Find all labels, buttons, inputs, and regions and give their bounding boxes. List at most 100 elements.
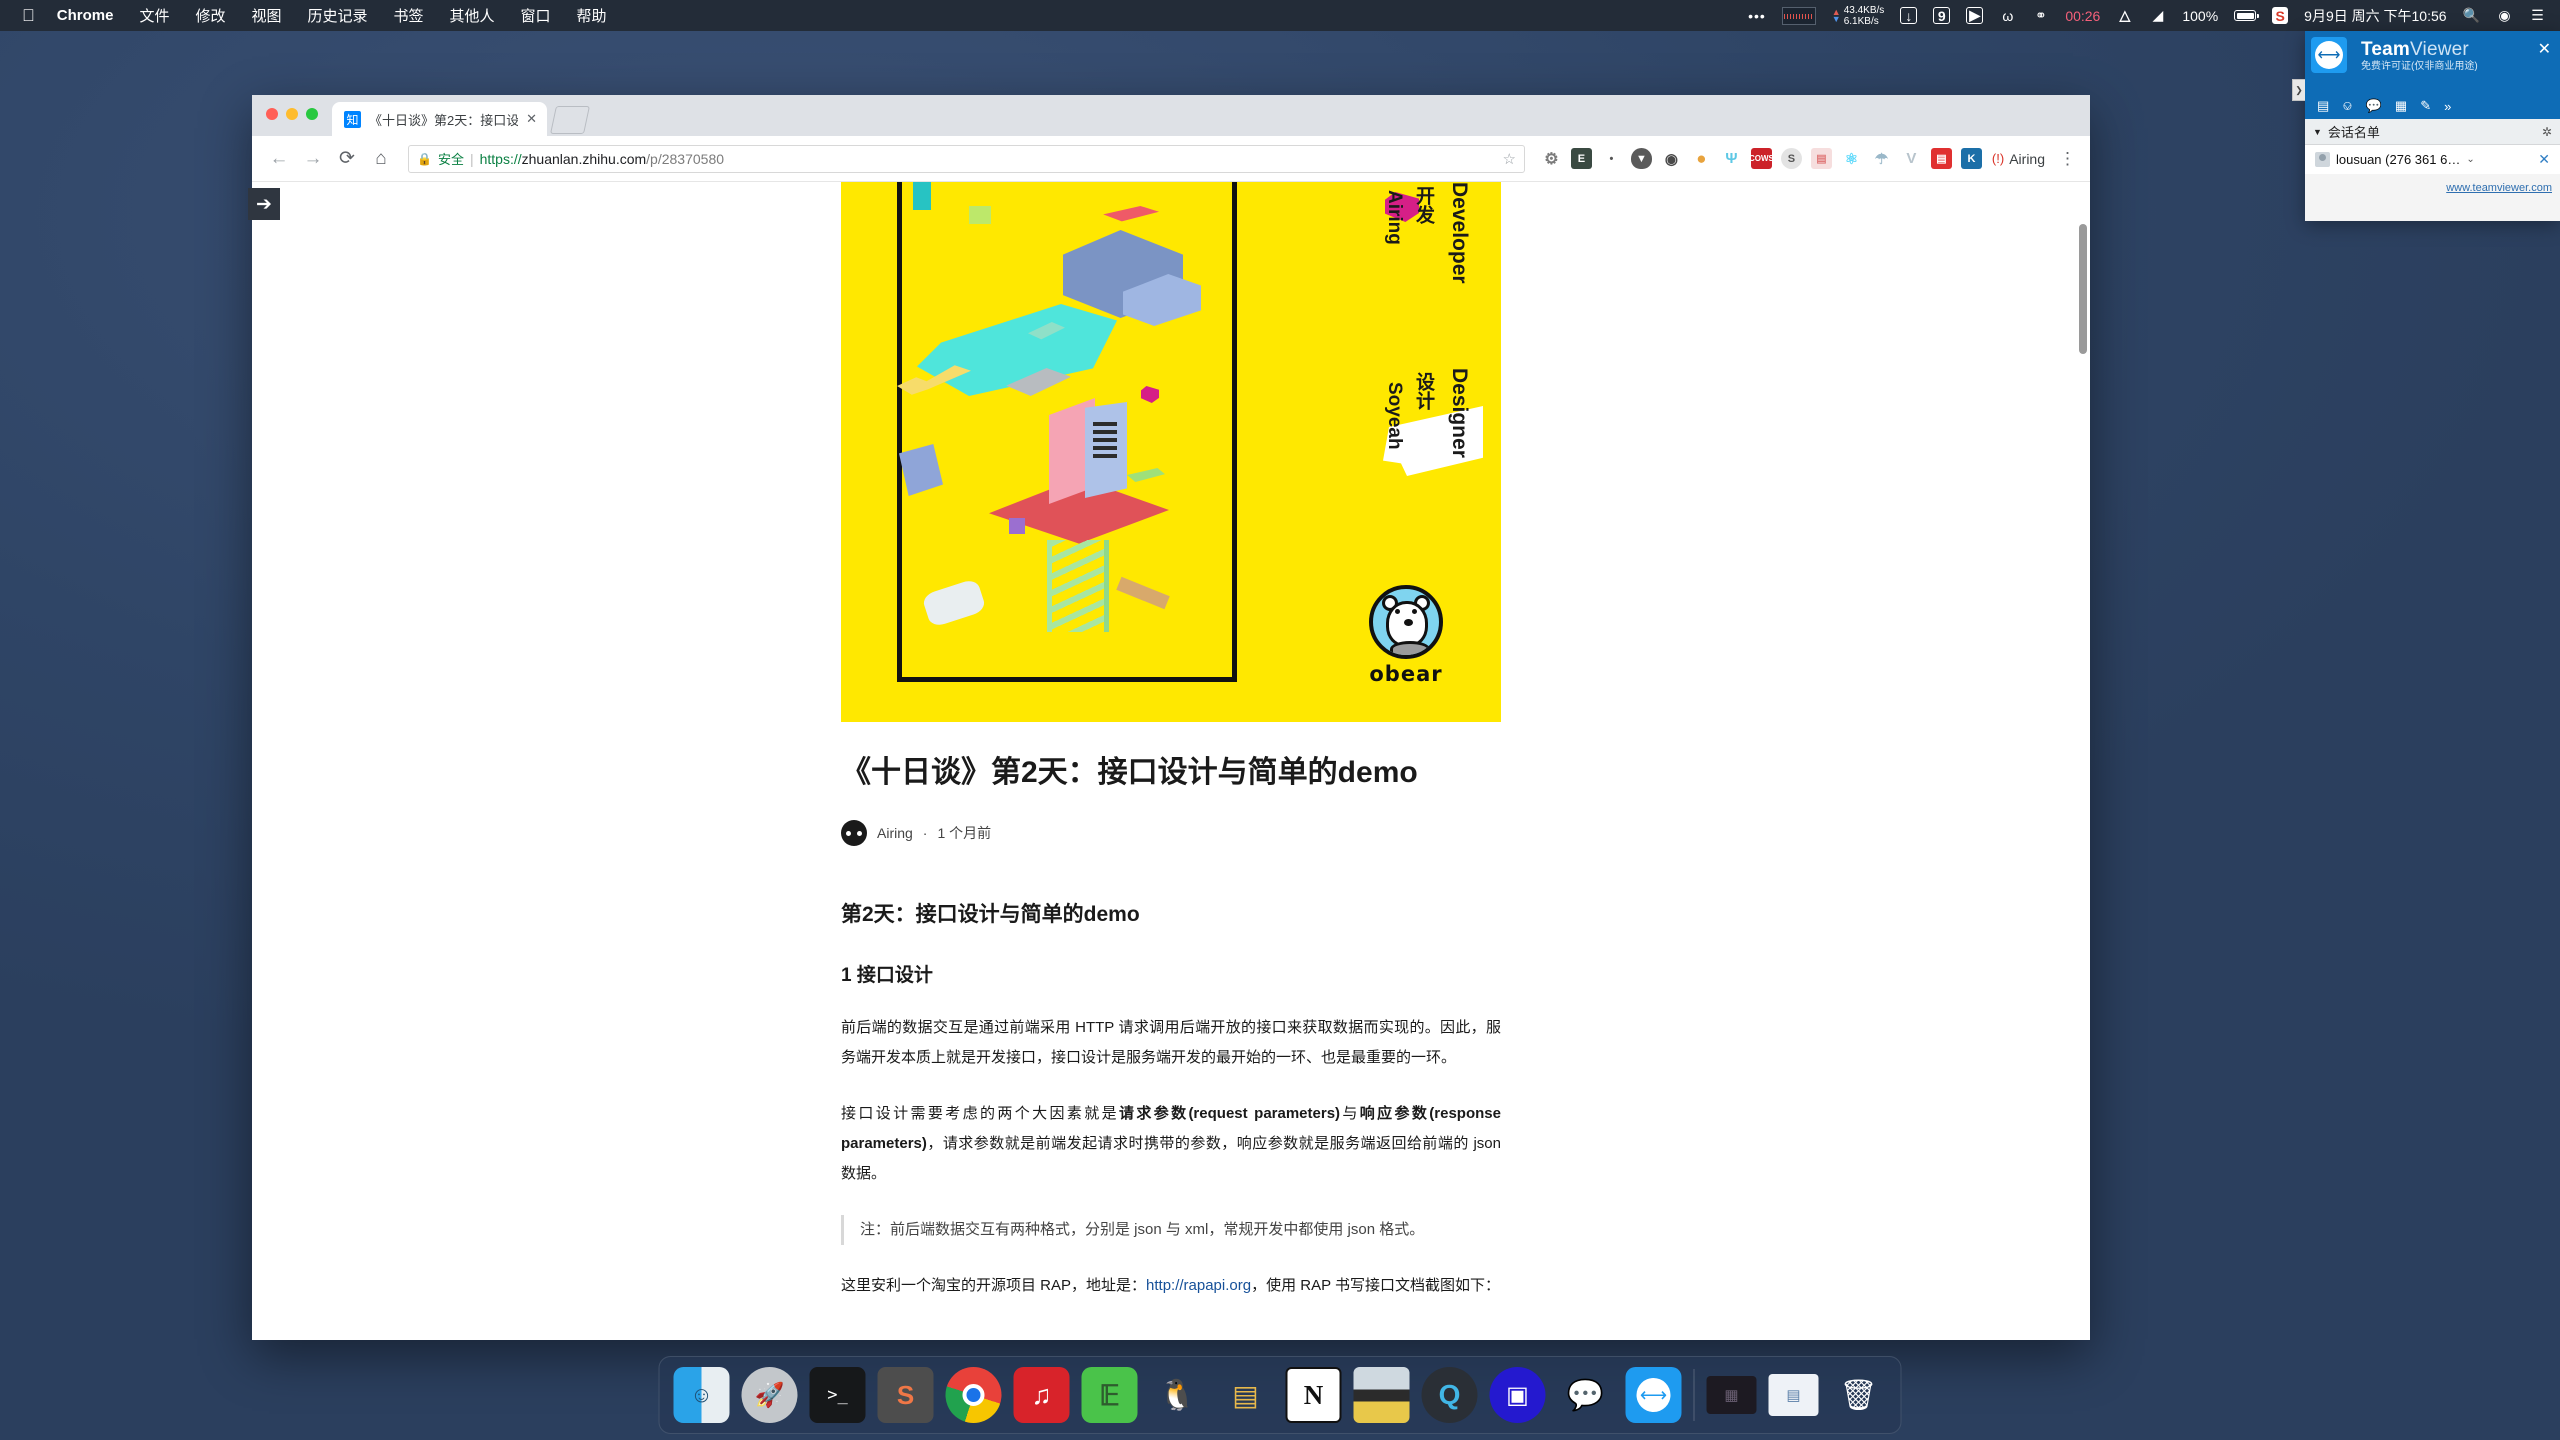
datetime-label[interactable]: 9月9日 周六 下午10:56	[2304, 6, 2446, 26]
shield-icon[interactable]: ⚭	[2032, 7, 2049, 24]
control-center-icon[interactable]: ☰	[2529, 7, 2546, 24]
network-speed-indicator[interactable]: ▲▼ 43.4KB/s 6.1KB/s	[1832, 5, 1885, 27]
browser-tab[interactable]: 知 《十日谈》第2天：接口设计与简… ✕	[332, 102, 547, 136]
chat-icon[interactable]: 💬	[2366, 98, 2382, 114]
menu-item-file[interactable]: 文件	[139, 5, 169, 26]
menu-item-chrome[interactable]: Chrome	[57, 7, 114, 24]
teamviewer-header: ⟷ TeamViewer 免费许可证(仅非商业用途) ✕	[2305, 31, 2560, 93]
battery-charging-icon[interactable]	[2234, 10, 2256, 21]
new-tab-button[interactable]	[550, 106, 590, 134]
author-name[interactable]: Airing	[877, 825, 913, 841]
wechat-icon[interactable]: 💬	[1558, 1367, 1614, 1423]
chrome-menu-icon[interactable]: ⋮	[2055, 149, 2080, 169]
nine-icon[interactable]: 9	[1933, 7, 1950, 24]
page-scrollbar[interactable]	[2075, 182, 2090, 1340]
home-button[interactable]: ⌂	[366, 144, 396, 174]
more-icon[interactable]: »	[2444, 99, 2451, 114]
siri-icon[interactable]: ◉	[2496, 7, 2513, 24]
teamviewer-license-subtitle: 免费许可证(仅非商业用途)	[2361, 57, 2550, 72]
dash-icon[interactable]: △	[2116, 7, 2133, 24]
search-icon[interactable]: 🔍	[2463, 7, 2480, 24]
rapapi-link[interactable]: http://rapapi.org	[1146, 1277, 1251, 1294]
qq-icon[interactable]: 🐧	[1150, 1367, 1206, 1423]
download-icon[interactable]: ↓	[1900, 7, 1917, 24]
evernote-icon[interactable]: 𝔼	[1082, 1367, 1138, 1423]
launchpad-icon[interactable]: 🚀	[742, 1367, 798, 1423]
menu-item-window[interactable]: 窗口	[521, 5, 551, 26]
v-icon[interactable]: V	[1901, 148, 1922, 169]
quicktime-icon[interactable]: Q	[1422, 1367, 1478, 1423]
close-window-button[interactable]	[266, 108, 278, 120]
sessions-gear-icon[interactable]: ✲	[2542, 125, 2552, 139]
maximize-window-button[interactable]	[306, 108, 318, 120]
minimized-window-teamviewer[interactable]: ▤	[1769, 1374, 1819, 1416]
scrollbar-thumb[interactable]	[2079, 224, 2087, 354]
omega-icon[interactable]: ω	[1999, 7, 2016, 24]
teamviewer-close-icon[interactable]: ✕	[2538, 39, 2551, 59]
react-icon[interactable]: ⚛	[1841, 148, 1862, 169]
gear-icon[interactable]: ⚙	[1541, 148, 1562, 169]
teamviewer-collapse-button[interactable]: ❯	[2292, 79, 2305, 101]
teamviewer-icon[interactable]: ⟷	[1626, 1367, 1682, 1423]
close-tab-icon[interactable]: ✕	[526, 111, 537, 127]
wifi-icon[interactable]: ◢	[2149, 7, 2166, 24]
menu-item-edit[interactable]: 修改	[195, 5, 225, 26]
k-icon[interactable]: K	[1961, 148, 1982, 169]
sublime-text-icon[interactable]: S	[878, 1367, 934, 1423]
bull-icon[interactable]: Ψ	[1721, 148, 1742, 169]
red-doc-icon[interactable]: ▤	[1931, 148, 1952, 169]
reload-button[interactable]: ⟳	[332, 144, 362, 174]
notes-icon[interactable]: ▦	[2395, 98, 2407, 114]
notion-icon[interactable]: N	[1286, 1367, 1342, 1423]
iso-doc-text	[1093, 422, 1117, 460]
screen-record-icon[interactable]: ▶	[1966, 7, 1983, 24]
chrome-icon[interactable]	[946, 1367, 1002, 1423]
video-icon[interactable]: ▤	[2317, 98, 2329, 114]
address-bar[interactable]: 🔒 安全 | https://zhuanlan.zhihu.com/p/2837…	[408, 145, 1525, 173]
disconnect-icon[interactable]: ✕	[2538, 151, 2550, 168]
bookmark-star-icon[interactable]: ☆	[1502, 150, 1515, 168]
chevron-down-icon[interactable]: ⌄	[2466, 154, 2474, 165]
screen-recorder-icon[interactable]: ▣	[1490, 1367, 1546, 1423]
network-graph-icon[interactable]	[1782, 7, 1816, 25]
overflow-icon[interactable]: •••	[1748, 8, 1766, 24]
teamviewer-website-link[interactable]: www.teamviewer.com	[2446, 182, 2552, 194]
s-badge-icon[interactable]: S	[1781, 148, 1802, 169]
teamviewer-session-row[interactable]: lousuan (276 361 6… ⌄ ✕	[2305, 145, 2560, 174]
mysql-icon[interactable]: ▤	[1218, 1367, 1274, 1423]
menu-item-people[interactable]: 其他人	[450, 5, 495, 26]
menu-item-history[interactable]: 历史记录	[307, 5, 367, 26]
dot-icon[interactable]: •	[1601, 148, 1622, 169]
charles-icon[interactable]	[1354, 1367, 1410, 1423]
teamviewer-sessions-header[interactable]: ▼ 会话名单 ✲	[2305, 119, 2560, 145]
pocket-icon[interactable]: ▼	[1631, 148, 1652, 169]
evernote-icon[interactable]: E	[1571, 148, 1592, 169]
session-name: lousuan (276 361 6…	[2336, 152, 2460, 167]
note-icon[interactable]: ▤	[1811, 148, 1832, 169]
minimized-window-video[interactable]: ▦	[1707, 1376, 1757, 1414]
trash-icon[interactable]: 🗑	[1831, 1367, 1887, 1423]
menu-item-view[interactable]: 视图	[251, 5, 281, 26]
cows-icon[interactable]: COWS	[1751, 148, 1772, 169]
teamviewer-logo-icon: ⟷	[2311, 37, 2347, 73]
whiteboard-icon[interactable]: ✎	[2420, 98, 2431, 114]
menu-item-help[interactable]: 帮助	[577, 5, 607, 26]
minimize-window-button[interactable]	[286, 108, 298, 120]
profile-button[interactable]: (!) Airing	[1986, 151, 2051, 167]
headset-icon[interactable]: ⎉	[2342, 98, 2352, 114]
timer-indicator[interactable]: 00:26	[2065, 8, 2100, 24]
sogou-browser-icon[interactable]: ●	[1691, 148, 1712, 169]
forward-button[interactable]: →	[298, 144, 328, 174]
sessions-collapse-icon[interactable]: ▼	[2313, 127, 2322, 137]
sogou-input-icon[interactable]: S	[2272, 7, 2288, 24]
back-button[interactable]: ←	[264, 144, 294, 174]
apple-menu-icon[interactable]: 	[22, 7, 35, 24]
panda-icon[interactable]: ◉	[1661, 148, 1682, 169]
terminal-icon[interactable]: >_	[810, 1367, 866, 1423]
parachute-icon[interactable]: ☂	[1871, 148, 1892, 169]
arrow-right-icon[interactable]: ➔	[248, 188, 280, 220]
menu-item-bookmarks[interactable]: 书签	[394, 5, 424, 26]
avatar[interactable]	[841, 820, 867, 846]
netease-music-icon[interactable]: ♫	[1014, 1367, 1070, 1423]
finder-icon[interactable]: ☺	[674, 1367, 730, 1423]
